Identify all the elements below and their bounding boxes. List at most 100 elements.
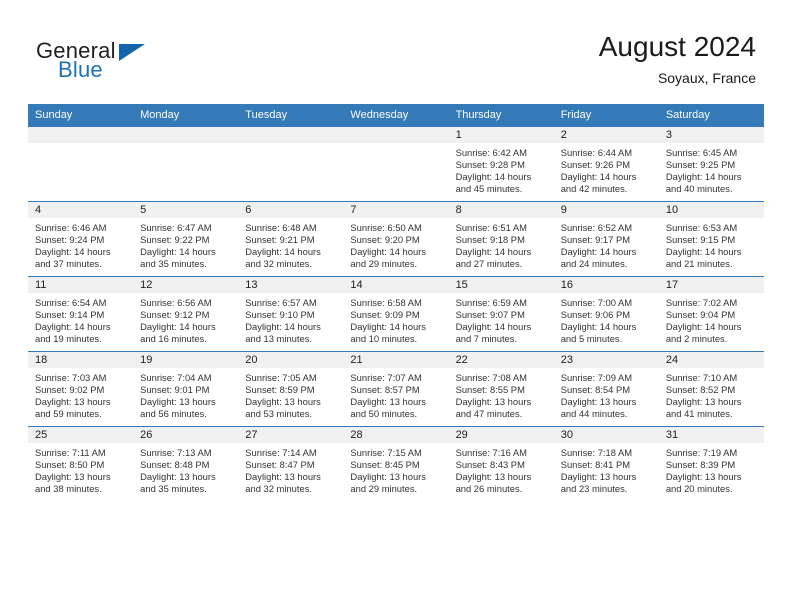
sunset-text: Sunset: 8:48 PM: [140, 459, 210, 471]
calendar-day-cell[interactable]: 23 Sunrise: 7:09 AM Sunset: 8:54 PM Dayligh…: [553, 351, 659, 427]
sunrise-text: Sunrise: 6:45 AM: [665, 147, 738, 158]
sunset-text: Sunset: 9:07 PM: [455, 309, 525, 321]
daylight-text-line1: Daylight: 14 hours: [350, 321, 426, 333]
day-number: [343, 127, 449, 143]
sunset-text: Sunset: 9:22 PM: [140, 234, 210, 246]
daylight-text-line1: Daylight: 14 hours: [350, 246, 426, 258]
daylight-text-line1: Daylight: 14 hours: [245, 246, 321, 258]
day-number: 2: [553, 127, 659, 143]
calendar-week-row: 4 Sunrise: 6:46 AM Sunset: 9:24 PM Daylight…: [28, 201, 764, 277]
daylight-text-line1: Daylight: 14 hours: [455, 171, 532, 183]
daylight-text-line1: Daylight: 13 hours: [245, 396, 321, 408]
day-details: Sunrise: 7:19 AM Sunset: 8:39 PM Daylight:…: [659, 443, 764, 495]
daylight-text-line2: and 20 minutes.: [665, 483, 733, 495]
calendar-day-cell[interactable]: 31 Sunrise: 7:19 AM Sunset: 8:39 PM Dayligh…: [658, 426, 764, 501]
day-number: [28, 127, 134, 143]
page-header: General Blue August 2024 Soyaux, France: [0, 0, 792, 104]
day-details: Sunrise: 7:18 AM Sunset: 8:41 PM Daylight:…: [554, 443, 659, 495]
calendar-day-cell[interactable]: 26 Sunrise: 7:13 AM Sunset: 8:48 PM Dayligh…: [133, 426, 239, 501]
day-details: Sunrise: 7:08 AM Sunset: 8:55 PM Daylight:…: [449, 368, 554, 420]
calendar-day-cell[interactable]: 1 Sunrise: 6:42 AM Sunset: 9:28 PM Daylight…: [448, 126, 554, 202]
calendar-day-cell[interactable]: 10 Sunrise: 6:53 AM Sunset: 9:15 PM Dayligh…: [658, 201, 764, 277]
calendar-day-cell[interactable]: 15 Sunrise: 6:59 AM Sunset: 9:07 PM Dayligh…: [448, 276, 554, 352]
day-number: 25: [28, 427, 134, 443]
sunset-text: Sunset: 9:02 PM: [35, 384, 105, 396]
sunset-text: Sunset: 8:59 PM: [245, 384, 315, 396]
daylight-text-line2: and 10 minutes.: [350, 333, 418, 345]
weekday-header-saturday: Saturday: [658, 104, 764, 127]
page-title: August 2024: [598, 31, 756, 62]
calendar-day-cell[interactable]: 27 Sunrise: 7:14 AM Sunset: 8:47 PM Dayligh…: [238, 426, 344, 501]
daylight-text-line2: and 45 minutes.: [455, 183, 523, 195]
calendar-day-cell[interactable]: 8 Sunrise: 6:51 AM Sunset: 9:18 PM Daylight…: [448, 201, 554, 277]
daylight-text-line1: Daylight: 14 hours: [560, 171, 637, 183]
calendar-day-cell[interactable]: 19 Sunrise: 7:04 AM Sunset: 9:01 PM Dayligh…: [133, 351, 239, 427]
day-number: 4: [28, 202, 134, 218]
day-number: 18: [28, 352, 134, 368]
daylight-text-line2: and 38 minutes.: [35, 483, 102, 495]
calendar-cell-empty: [133, 126, 239, 202]
sunset-text: Sunset: 9:17 PM: [560, 234, 631, 246]
day-details: Sunrise: 6:58 AM Sunset: 9:09 PM Daylight:…: [343, 293, 448, 345]
daylight-text-line2: and 32 minutes.: [245, 258, 312, 270]
sunset-text: Sunset: 9:04 PM: [665, 309, 736, 321]
day-number: 7: [343, 202, 449, 218]
calendar-day-cell[interactable]: 30 Sunrise: 7:18 AM Sunset: 8:41 PM Dayligh…: [553, 426, 659, 501]
daylight-text-line2: and 5 minutes.: [560, 333, 623, 345]
calendar-day-cell[interactable]: 28 Sunrise: 7:15 AM Sunset: 8:45 PM Dayligh…: [343, 426, 449, 501]
calendar-week-row: 11 Sunrise: 6:54 AM Sunset: 9:14 PM Dayligh…: [28, 276, 764, 352]
daylight-text-line1: Daylight: 13 hours: [560, 396, 637, 408]
daylight-text-line2: and 19 minutes.: [35, 333, 102, 345]
calendar-day-cell[interactable]: 18 Sunrise: 7:03 AM Sunset: 9:02 PM Dayligh…: [28, 351, 134, 427]
calendar-day-cell[interactable]: 5 Sunrise: 6:47 AM Sunset: 9:22 PM Daylight…: [133, 201, 239, 277]
day-details: Sunrise: 6:51 AM Sunset: 9:18 PM Daylight:…: [449, 218, 554, 270]
daylight-text-line1: Daylight: 13 hours: [350, 396, 426, 408]
daylight-text-line2: and 7 minutes.: [455, 333, 518, 345]
calendar-day-cell[interactable]: 12 Sunrise: 6:56 AM Sunset: 9:12 PM Dayligh…: [133, 276, 239, 352]
sunset-text: Sunset: 8:55 PM: [455, 384, 525, 396]
sunset-text: Sunset: 8:45 PM: [350, 459, 420, 471]
calendar-day-cell[interactable]: 16 Sunrise: 7:00 AM Sunset: 9:06 PM Dayligh…: [553, 276, 659, 352]
sunrise-text: Sunrise: 6:56 AM: [140, 297, 212, 308]
sunset-text: Sunset: 9:14 PM: [35, 309, 105, 321]
daylight-text-line2: and 32 minutes.: [245, 483, 312, 495]
calendar-day-cell[interactable]: 17 Sunrise: 7:02 AM Sunset: 9:04 PM Dayligh…: [658, 276, 764, 352]
sunset-text: Sunset: 9:26 PM: [560, 159, 631, 171]
calendar-cell-empty: [238, 126, 344, 202]
calendar-day-cell[interactable]: 14 Sunrise: 6:58 AM Sunset: 9:09 PM Dayligh…: [343, 276, 449, 352]
day-number: 27: [238, 427, 344, 443]
sunset-text: Sunset: 8:54 PM: [560, 384, 631, 396]
calendar-day-cell[interactable]: 7 Sunrise: 6:50 AM Sunset: 9:20 PM Daylight…: [343, 201, 449, 277]
sunset-text: Sunset: 8:39 PM: [665, 459, 736, 471]
day-details: Sunrise: 6:46 AM Sunset: 9:24 PM Daylight:…: [28, 218, 133, 270]
sunrise-text: Sunrise: 7:18 AM: [560, 447, 633, 458]
daylight-text-line2: and 24 minutes.: [560, 258, 628, 270]
calendar-day-cell[interactable]: 24 Sunrise: 7:10 AM Sunset: 8:52 PM Dayligh…: [658, 351, 764, 427]
sunrise-text: Sunrise: 6:57 AM: [245, 297, 317, 308]
brand-logo[interactable]: General Blue: [36, 38, 236, 86]
sunrise-text: Sunrise: 7:10 AM: [665, 372, 738, 383]
calendar-day-cell[interactable]: 2 Sunrise: 6:44 AM Sunset: 9:26 PM Daylight…: [553, 126, 659, 202]
calendar-day-cell[interactable]: 22 Sunrise: 7:08 AM Sunset: 8:55 PM Dayligh…: [448, 351, 554, 427]
weekday-header-sunday: Sunday: [28, 104, 134, 127]
calendar-week-row: 18 Sunrise: 7:03 AM Sunset: 9:02 PM Dayligh…: [28, 351, 764, 427]
sunrise-text: Sunrise: 6:42 AM: [455, 147, 527, 158]
daylight-text-line2: and 26 minutes.: [455, 483, 523, 495]
calendar-day-cell[interactable]: 11 Sunrise: 6:54 AM Sunset: 9:14 PM Dayligh…: [28, 276, 134, 352]
day-number: 13: [238, 277, 344, 293]
calendar-day-cell[interactable]: 9 Sunrise: 6:52 AM Sunset: 9:17 PM Daylight…: [553, 201, 659, 277]
sunrise-text: Sunrise: 6:52 AM: [560, 222, 633, 233]
calendar-day-cell[interactable]: 4 Sunrise: 6:46 AM Sunset: 9:24 PM Daylight…: [28, 201, 134, 277]
sunrise-text: Sunrise: 7:16 AM: [455, 447, 527, 458]
calendar-day-cell[interactable]: 3 Sunrise: 6:45 AM Sunset: 9:25 PM Daylight…: [658, 126, 764, 202]
calendar-day-cell[interactable]: 20 Sunrise: 7:05 AM Sunset: 8:59 PM Dayligh…: [238, 351, 344, 427]
calendar-day-cell[interactable]: 25 Sunrise: 7:11 AM Sunset: 8:50 PM Dayligh…: [28, 426, 134, 501]
calendar-day-cell[interactable]: 29 Sunrise: 7:16 AM Sunset: 8:43 PM Dayligh…: [448, 426, 554, 501]
day-number: 31: [658, 427, 764, 443]
calendar-day-cell[interactable]: 21 Sunrise: 7:07 AM Sunset: 8:57 PM Dayligh…: [343, 351, 449, 427]
sunrise-text: Sunrise: 7:00 AM: [560, 297, 633, 308]
calendar-day-cell[interactable]: 6 Sunrise: 6:48 AM Sunset: 9:21 PM Daylight…: [238, 201, 344, 277]
day-number: 11: [28, 277, 134, 293]
day-details: Sunrise: 7:16 AM Sunset: 8:43 PM Daylight:…: [449, 443, 554, 495]
calendar-day-cell[interactable]: 13 Sunrise: 6:57 AM Sunset: 9:10 PM Dayligh…: [238, 276, 344, 352]
